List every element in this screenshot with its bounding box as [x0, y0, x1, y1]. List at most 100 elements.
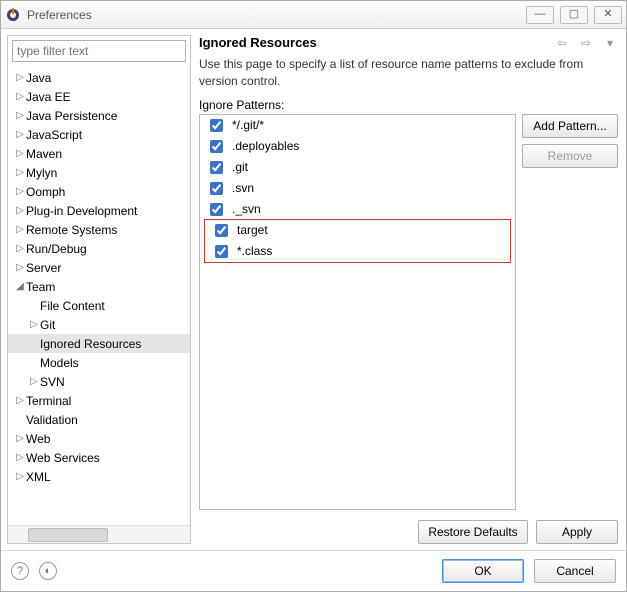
- patterns-area: */.git/* .deployables .git .svn ._svntarget *…: [197, 114, 620, 510]
- twisty-collapsed-icon[interactable]: ▷: [14, 395, 26, 406]
- scrollbar-thumb[interactable]: [28, 528, 108, 542]
- page-title: Ignored Resources: [199, 35, 546, 50]
- close-button[interactable]: ✕: [594, 6, 622, 24]
- split-pane: ▷Java▷Java EE▷Java Persistence▷JavaScrip…: [7, 35, 620, 544]
- tree-item[interactable]: ▷Oomph: [8, 182, 190, 201]
- tree-item[interactable]: ▷JavaScript: [8, 125, 190, 144]
- tree-item-label: Terminal: [26, 394, 71, 408]
- pattern-text: */.git/*: [232, 118, 264, 132]
- twisty-collapsed-icon[interactable]: ▷: [28, 376, 40, 387]
- pattern-row[interactable]: ._svn: [200, 199, 515, 220]
- twisty-collapsed-icon[interactable]: ▷: [14, 148, 26, 159]
- maximize-button[interactable]: ▢: [560, 6, 588, 24]
- tree-item[interactable]: ▷Server: [8, 258, 190, 277]
- twisty-collapsed-icon[interactable]: ▷: [14, 129, 26, 140]
- menu-dropdown-icon[interactable]: ▾: [602, 36, 618, 50]
- tree-item[interactable]: ▷SVN: [8, 372, 190, 391]
- pattern-text: *.class: [237, 244, 272, 258]
- pattern-checkbox[interactable]: [215, 245, 228, 258]
- pattern-row[interactable]: .deployables: [200, 136, 515, 157]
- twisty-collapsed-icon[interactable]: ▷: [14, 243, 26, 254]
- tree-item[interactable]: ▷XML: [8, 467, 190, 486]
- pattern-row[interactable]: */.git/*: [200, 115, 515, 136]
- tree-item[interactable]: File Content: [8, 296, 190, 315]
- window-title: Preferences: [27, 8, 526, 22]
- page-description: Use this page to specify a list of resou…: [197, 54, 620, 98]
- tree-item-label: Mylyn: [26, 166, 57, 180]
- pattern-checkbox[interactable]: [210, 161, 223, 174]
- tree-item-label: Models: [40, 356, 79, 370]
- help-icon[interactable]: ?: [11, 562, 29, 580]
- tree-item[interactable]: ▷Mylyn: [8, 163, 190, 182]
- pattern-text: .deployables: [232, 139, 299, 153]
- progress-icon[interactable]: ◐: [39, 562, 57, 580]
- tree-item-label: Team: [26, 280, 55, 294]
- pattern-checkbox[interactable]: [210, 119, 223, 132]
- twisty-collapsed-icon[interactable]: ▷: [14, 205, 26, 216]
- ok-button[interactable]: OK: [442, 559, 524, 583]
- preference-tree[interactable]: ▷Java▷Java EE▷Java Persistence▷JavaScrip…: [8, 66, 190, 525]
- apply-button[interactable]: Apply: [536, 520, 618, 544]
- pattern-row[interactable]: .svn: [200, 178, 515, 199]
- twisty-collapsed-icon[interactable]: ▷: [14, 471, 26, 482]
- cancel-button[interactable]: Cancel: [534, 559, 616, 583]
- twisty-collapsed-icon[interactable]: ▷: [14, 433, 26, 444]
- tree-item[interactable]: ▷Remote Systems: [8, 220, 190, 239]
- pattern-row[interactable]: .git: [200, 157, 515, 178]
- tree-item-label: Plug-in Development: [26, 204, 137, 218]
- twisty-collapsed-icon[interactable]: ▷: [14, 452, 26, 463]
- twisty-collapsed-icon[interactable]: ▷: [14, 110, 26, 121]
- tree-item-label: Ignored Resources: [40, 337, 141, 351]
- pattern-checkbox[interactable]: [210, 140, 223, 153]
- tree-item[interactable]: ▷Run/Debug: [8, 239, 190, 258]
- pattern-checkbox[interactable]: [210, 182, 223, 195]
- tree-item[interactable]: Validation: [8, 410, 190, 429]
- remove-pattern-button[interactable]: Remove: [522, 144, 618, 168]
- tree-item-label: File Content: [40, 299, 105, 313]
- twisty-collapsed-icon[interactable]: ▷: [14, 72, 26, 83]
- tree-item[interactable]: ▷Terminal: [8, 391, 190, 410]
- minimize-button[interactable]: —: [526, 6, 554, 24]
- tree-item[interactable]: ▷Java Persistence: [8, 106, 190, 125]
- tree-item[interactable]: ▷Web: [8, 429, 190, 448]
- tree-item[interactable]: ▷Web Services: [8, 448, 190, 467]
- pattern-checkbox[interactable]: [210, 203, 223, 216]
- dialog-body: ▷Java▷Java EE▷Java Persistence▷JavaScrip…: [1, 29, 626, 550]
- tree-item-label: Server: [26, 261, 61, 275]
- twisty-collapsed-icon[interactable]: ▷: [14, 167, 26, 178]
- pattern-text: ._svn: [232, 202, 261, 216]
- help-icons: ? ◐: [11, 562, 57, 580]
- tree-item[interactable]: ▷Java EE: [8, 87, 190, 106]
- twisty-collapsed-icon[interactable]: ▷: [14, 186, 26, 197]
- pattern-checkbox[interactable]: [215, 224, 228, 237]
- restore-defaults-button[interactable]: Restore Defaults: [418, 520, 528, 544]
- twisty-collapsed-icon[interactable]: ▷: [14, 224, 26, 235]
- window-buttons: — ▢ ✕: [526, 6, 622, 24]
- tree-item-label: Java EE: [26, 90, 71, 104]
- tree-item[interactable]: Ignored Resources: [8, 334, 190, 353]
- tree-item[interactable]: ▷Plug-in Development: [8, 201, 190, 220]
- tree-item[interactable]: Models: [8, 353, 190, 372]
- tree-horizontal-scrollbar[interactable]: [8, 525, 190, 543]
- tree-item[interactable]: ▷Java: [8, 68, 190, 87]
- twisty-collapsed-icon[interactable]: ▷: [28, 319, 40, 330]
- twisty-collapsed-icon[interactable]: ▷: [14, 262, 26, 273]
- back-icon[interactable]: ⇦: [554, 36, 570, 50]
- tree-item[interactable]: ◢Team: [8, 277, 190, 296]
- patterns-listbox[interactable]: */.git/* .deployables .git .svn ._svntarget *…: [199, 114, 516, 510]
- tree-item-label: XML: [26, 470, 51, 484]
- filter-input[interactable]: [12, 40, 186, 62]
- add-pattern-button[interactable]: Add Pattern...: [522, 114, 618, 138]
- forward-icon[interactable]: ⇨: [578, 36, 594, 50]
- pattern-row[interactable]: *.class: [205, 241, 510, 262]
- left-panel: ▷Java▷Java EE▷Java Persistence▷JavaScrip…: [7, 35, 191, 544]
- tree-item-label: JavaScript: [26, 128, 82, 142]
- twisty-expanded-icon[interactable]: ◢: [14, 281, 26, 292]
- twisty-collapsed-icon[interactable]: ▷: [14, 91, 26, 102]
- tree-item[interactable]: ▷Git: [8, 315, 190, 334]
- preferences-window: Preferences — ▢ ✕ ▷Java▷Java EE▷Java Per…: [0, 0, 627, 592]
- bottom-bar: ? ◐ OK Cancel: [1, 550, 626, 591]
- pattern-row[interactable]: target: [205, 220, 510, 241]
- pattern-text: .svn: [232, 181, 254, 195]
- tree-item[interactable]: ▷Maven: [8, 144, 190, 163]
